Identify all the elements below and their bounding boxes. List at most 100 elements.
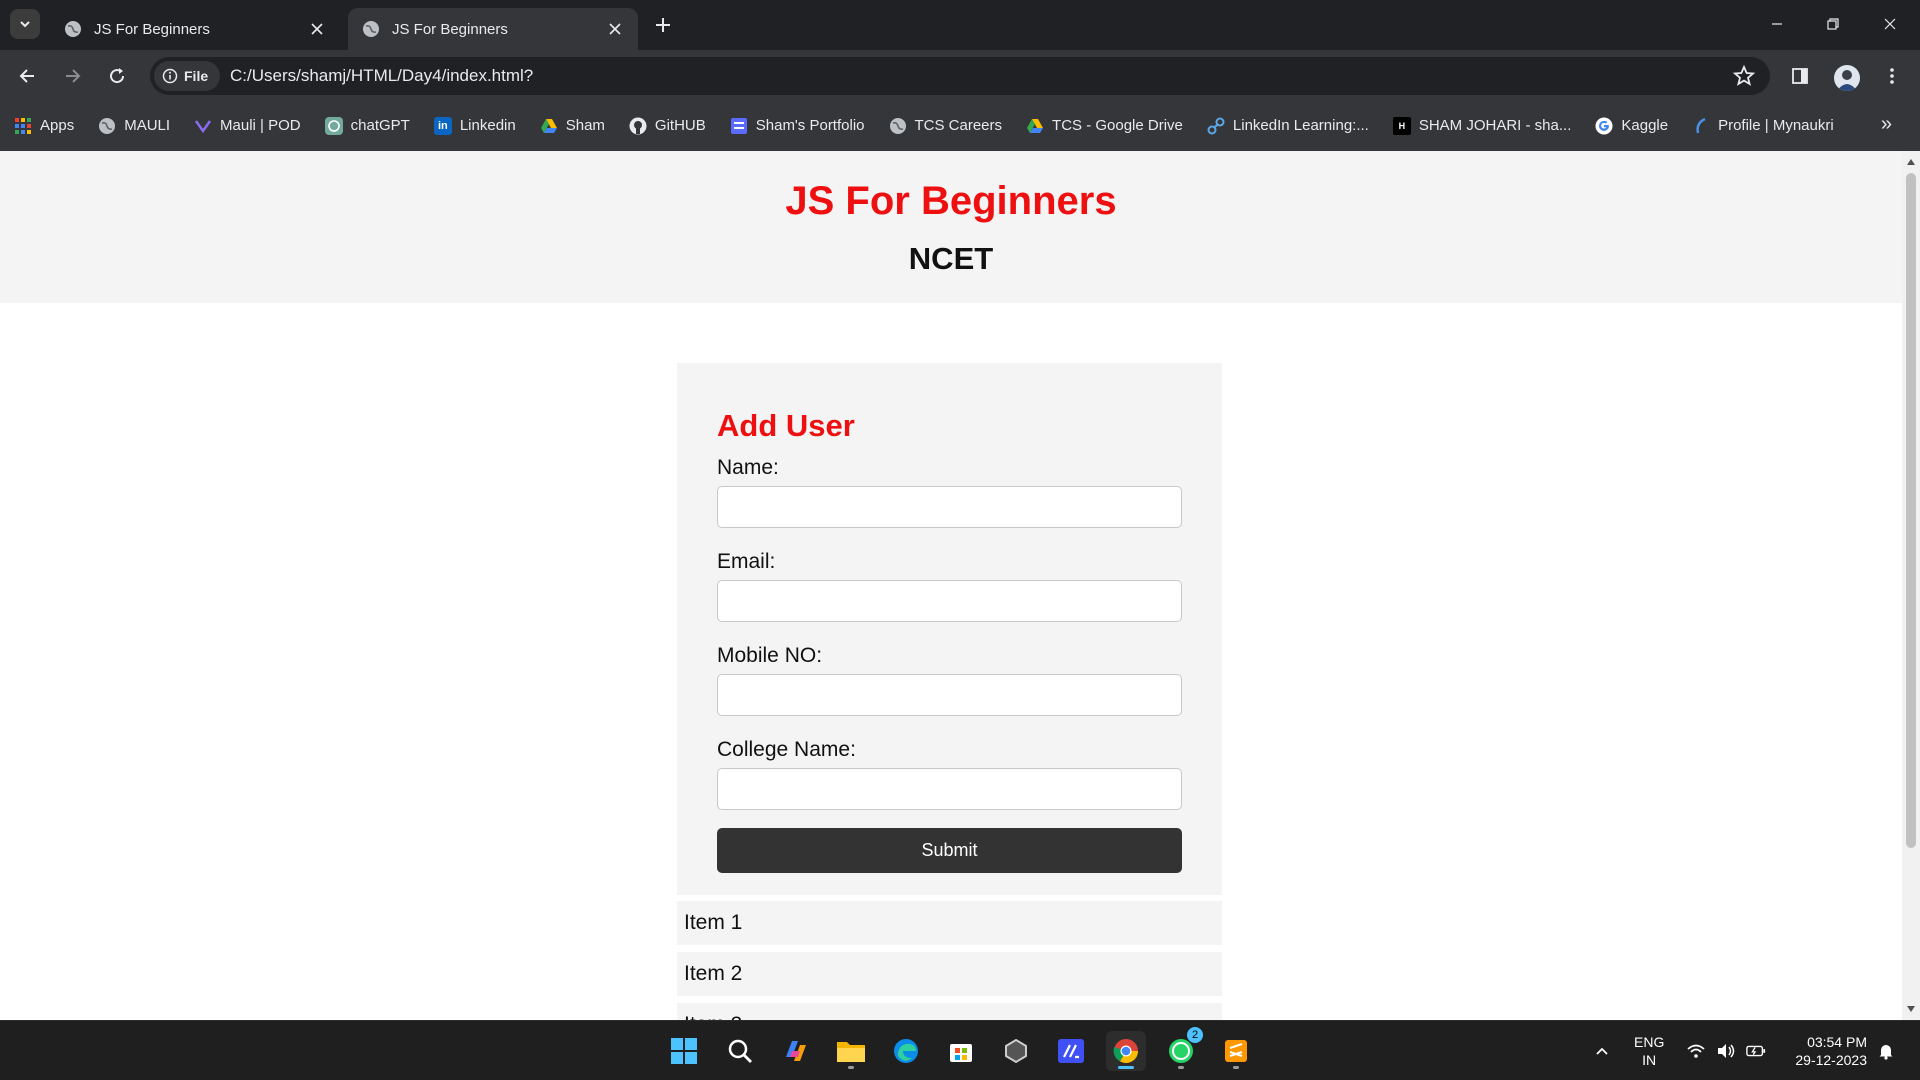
lang-line-2: IN: [1642, 1052, 1657, 1068]
input-language-indicator[interactable]: ENG IN: [1634, 1033, 1664, 1069]
google-drive-icon: [540, 117, 558, 135]
profile-avatar[interactable]: [1834, 65, 1860, 91]
back-button[interactable]: [14, 62, 42, 90]
side-panel-button[interactable]: [1786, 62, 1814, 90]
chevron-up-icon: [1596, 1047, 1608, 1055]
mobile-label: Mobile NO:: [717, 644, 823, 667]
bookmark-mauli[interactable]: MAULI: [98, 117, 170, 135]
taskbar-copilot[interactable]: [776, 1031, 816, 1071]
portfolio-icon: [730, 117, 748, 135]
list-item: Item 1: [677, 901, 1222, 945]
github-icon: [629, 117, 647, 135]
clock-date: 29-12-2023: [1795, 1052, 1867, 1068]
naukri-icon: [1692, 117, 1710, 135]
scroll-down-arrow-icon[interactable]: [1907, 1006, 1915, 1012]
battery-status[interactable]: [1746, 1041, 1766, 1061]
bookmark-tcs-drive[interactable]: TCS - Google Drive: [1026, 117, 1183, 135]
store-icon: [950, 1044, 972, 1062]
add-user-form: Add User Name: Email: Mobile NO: College…: [677, 363, 1222, 895]
taskbar-whatsapp[interactable]: 2: [1161, 1027, 1203, 1071]
globe-icon: [889, 117, 907, 135]
apps-grid-icon: [14, 117, 32, 135]
close-icon[interactable]: [606, 20, 624, 38]
name-input[interactable]: [717, 486, 1182, 528]
form-heading: Add User: [717, 408, 855, 443]
notification-bell-icon: [1879, 1045, 1893, 1060]
email-input[interactable]: [717, 580, 1182, 622]
taskbar-file-explorer[interactable]: [831, 1031, 871, 1071]
bookmark-chatgpt[interactable]: chatGPT: [324, 116, 410, 135]
bookmark-sham[interactable]: Sham: [540, 117, 605, 135]
bookmark-tcs-careers[interactable]: TCS Careers: [889, 117, 1002, 135]
bookmark-apps[interactable]: Apps: [14, 117, 74, 135]
browser-tab-bar: JS For Beginners JS For Beginners: [0, 0, 1920, 50]
volume-status[interactable]: [1716, 1041, 1736, 1061]
whatsapp-badge: 2: [1187, 1027, 1203, 1043]
forward-button[interactable]: [58, 62, 86, 90]
bookmark-kaggle[interactable]: Kaggle: [1595, 117, 1668, 135]
bookmark-label: GitHUB: [654, 117, 706, 134]
taskbar-unity[interactable]: [996, 1031, 1036, 1071]
new-tab-button[interactable]: [650, 12, 676, 38]
address-bar[interactable]: File C:/Users/shamj/HTML/Day4/index.html…: [150, 57, 1770, 95]
globe-icon: [363, 21, 379, 37]
close-icon[interactable]: [308, 20, 326, 38]
url-text[interactable]: C:/Users/shamj/HTML/Day4/index.html?: [230, 66, 533, 86]
bookmark-label: LinkedIn Learning:...: [1232, 117, 1369, 134]
unity-icon: [1005, 1038, 1027, 1064]
browser-menu-button[interactable]: [1878, 62, 1906, 90]
bookmark-label: MAULI: [124, 117, 171, 134]
google-drive-icon: [1026, 117, 1044, 135]
college-name-input[interactable]: [717, 768, 1182, 810]
minimize-icon: [1772, 23, 1782, 25]
taskbar-edge[interactable]: [886, 1031, 926, 1071]
more-bookmarks-button[interactable]: »: [1881, 113, 1892, 136]
bookmark-github[interactable]: GitHUB: [629, 117, 706, 135]
reload-button[interactable]: [103, 62, 131, 90]
bookmark-naukri[interactable]: Profile | Mynaukri: [1692, 117, 1834, 135]
page-scrollbar[interactable]: [1902, 151, 1920, 1020]
windows-taskbar: 2 ENG IN 03:54 PM 29-12-2023: [0, 1020, 1920, 1080]
clock-time: 03:54 PM: [1807, 1034, 1867, 1050]
plus-icon: [656, 18, 670, 32]
scroll-up-arrow-icon[interactable]: [1907, 159, 1915, 165]
sublime-text-icon: [1225, 1040, 1247, 1062]
browser-toolbar: File C:/Users/shamj/HTML/Day4/index.html…: [0, 50, 1920, 100]
bookmark-linkedin[interactable]: in Linkedin: [433, 116, 516, 135]
browser-tab-1[interactable]: JS For Beginners: [50, 8, 340, 50]
bookmark-hackerrank[interactable]: H SHAM JOHARI - sha...: [1392, 116, 1571, 135]
linkedin-learning-icon: [1207, 117, 1225, 135]
tab-search-button[interactable]: [10, 9, 40, 39]
mobile-input[interactable]: [717, 674, 1182, 716]
notifications-button[interactable]: [1876, 1041, 1896, 1061]
bookmark-mauli-pod[interactable]: Mauli | POD: [194, 117, 301, 135]
taskbar-chrome[interactable]: [1106, 1031, 1146, 1071]
system-clock[interactable]: 03:54 PM 29-12-2023: [1785, 1033, 1867, 1069]
site-info-chip[interactable]: File: [154, 61, 220, 91]
hackerrank-icon: H: [1392, 116, 1411, 135]
tab-title: JS For Beginners: [94, 20, 210, 38]
scroll-thumb[interactable]: [1906, 173, 1916, 848]
start-button[interactable]: [664, 1031, 704, 1071]
chatgpt-icon: [324, 116, 343, 135]
bookmark-star-icon[interactable]: [1732, 64, 1756, 88]
wifi-status[interactable]: [1686, 1041, 1706, 1061]
bookmark-portfolio[interactable]: Sham's Portfolio: [730, 117, 865, 135]
submit-button[interactable]: Submit: [717, 828, 1182, 873]
show-hidden-icons-button[interactable]: [1592, 1041, 1612, 1061]
restore-icon: [1827, 18, 1839, 30]
browser-tab-2-active[interactable]: JS For Beginners: [348, 8, 638, 50]
taskbar-store[interactable]: [941, 1031, 981, 1071]
close-window-button[interactable]: [1870, 8, 1910, 40]
taskbar-search-button[interactable]: [720, 1031, 760, 1071]
copilot-icon: [786, 1041, 806, 1061]
linkedin-icon: in: [433, 116, 452, 135]
bookmark-linkedin-learning[interactable]: LinkedIn Learning:...: [1207, 117, 1369, 135]
restore-button[interactable]: [1813, 8, 1853, 40]
taskbar-visual-studio[interactable]: [1051, 1031, 1091, 1071]
bookmark-label: Profile | Mynaukri: [1718, 117, 1834, 134]
email-label: Email:: [717, 550, 776, 573]
taskbar-sublime-text[interactable]: [1216, 1031, 1256, 1071]
page-title: JS For Beginners: [785, 179, 1117, 223]
minimize-button[interactable]: [1757, 8, 1797, 40]
